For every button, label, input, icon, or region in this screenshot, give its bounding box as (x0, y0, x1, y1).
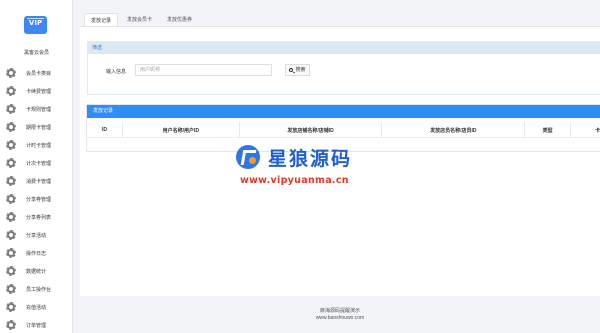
logo-text: VIP (28, 19, 43, 27)
gear-icon (6, 194, 16, 204)
gear-icon (6, 176, 16, 186)
gear-icon (6, 86, 16, 96)
search-button[interactable]: 搜索 (285, 64, 310, 76)
sidebar-item-label: 订单管理 (26, 323, 47, 329)
gear-icon (6, 122, 16, 132)
app-root: VIP 黑客云会员 会员卡类目 卡续费管理 卡规则管理 期限卡管理 计时卡管理 … (0, 0, 600, 333)
sidebar-item-label: 操作日志 (26, 251, 47, 257)
column-header-staff: 发放店员名称/店员ID (382, 122, 526, 138)
sidebar-item-time-card[interactable]: 计时卡管理 (0, 136, 72, 154)
search-icon (289, 68, 294, 72)
footer-line-1: 麻海源码提醒演示 (319, 308, 360, 314)
gear-icon (6, 158, 16, 168)
sidebar-item-card-category[interactable]: 会员卡类目 (0, 64, 72, 82)
sidebar-item-staff-console[interactable]: 员工操作台 (0, 280, 72, 298)
column-header-id: ID (87, 122, 123, 138)
sidebar-item-label: 期限卡管理 (26, 125, 52, 131)
sidebar-item-label: 会员卡类目 (26, 71, 52, 77)
tab-bar: 发放记录 发放会员卡 发放优惠券 (84, 13, 201, 27)
sidebar-item-renewal[interactable]: 卡续费管理 (0, 82, 72, 100)
gear-icon (6, 104, 16, 114)
table-header: ID 用户名称/用户ID 发放店铺名称/店铺ID 发放店员名称/店员ID 类型 … (87, 122, 600, 138)
sidebar-item-label: 卡规则管理 (26, 107, 52, 113)
tab-issue-coupon[interactable]: 发放优惠券 (161, 13, 198, 27)
gear-icon (6, 68, 16, 78)
sidebar-item-label: 分享活动 (26, 233, 47, 239)
sidebar-item-statistics[interactable]: 数据统计 (0, 262, 72, 280)
sidebar-item-recharge-activity[interactable]: 充值活动 (0, 298, 72, 316)
sidebar-item-label: 消费卡管理 (26, 179, 52, 185)
sidebar-item-label: 数据统计 (26, 269, 47, 275)
sidebar-item-share-coupon[interactable]: 分享券管理 (0, 190, 72, 208)
sidebar-item-term-card[interactable]: 期限卡管理 (0, 118, 72, 136)
gear-icon (6, 248, 16, 258)
search-button-label: 搜索 (295, 67, 306, 73)
sidebar: VIP 黑客云会员 会员卡类目 卡续费管理 卡规则管理 期限卡管理 计时卡管理 … (0, 0, 73, 333)
filter-input-label: 输入信息 (106, 69, 127, 75)
gear-icon (6, 284, 16, 294)
watermark-title: 星狼源码 (268, 148, 353, 170)
filter-title: 筛选 (88, 42, 600, 54)
sidebar-item-rules[interactable]: 卡规则管理 (0, 100, 72, 118)
vip-logo: VIP (24, 16, 47, 34)
watermark-url: www.vipyuanma.cn (240, 175, 349, 186)
watermark-logo-icon (236, 145, 260, 169)
column-header-card: 卡 (594, 127, 600, 134)
gear-icon (6, 302, 16, 312)
brand-name: 黑客云会员 (23, 50, 49, 56)
footer: 麻海源码提醒演示 www.banshouwo.com (80, 296, 600, 333)
sidebar-item-label: 充值活动 (26, 305, 47, 311)
sidebar-item-operation-log[interactable]: 操作日志 (0, 244, 72, 262)
gear-icon (6, 140, 16, 150)
sidebar-item-label: 分享券列表 (26, 215, 52, 221)
sidebar-item-label: 分享券管理 (26, 197, 52, 203)
footer-line-2: www.banshouwo.com (315, 315, 365, 321)
sidebar-item-consume-card[interactable]: 消费卡管理 (0, 172, 72, 190)
tab-issue-records[interactable]: 发放记录 (84, 13, 119, 27)
tab-issue-member-card[interactable]: 发放会员卡 (121, 13, 158, 27)
sidebar-item-share-activity[interactable]: 分享活动 (0, 226, 72, 244)
sidebar-item-label: 员工操作台 (26, 287, 52, 293)
gear-icon (6, 266, 16, 276)
sidebar-item-label: 计次卡管理 (26, 161, 52, 167)
gear-icon (6, 230, 16, 240)
sidebar-item-orders[interactable]: 订单管理 (0, 316, 72, 333)
records-title: 发放记录 (87, 105, 600, 118)
filter-panel: 筛选 输入信息 用户昵称 搜索 (87, 41, 600, 95)
sidebar-item-label: 计时卡管理 (26, 143, 52, 149)
sidebar-item-label: 卡续费管理 (26, 89, 52, 95)
column-header-user: 用户名称/用户ID (123, 122, 240, 138)
search-input[interactable]: 用户昵称 (135, 64, 272, 76)
watermark: 星狼源码 www.vipyuanma.cn (236, 142, 376, 190)
column-header-store: 发放店铺名称/店铺ID (240, 122, 383, 138)
gear-icon (6, 212, 16, 222)
sidebar-item-share-coupon-list[interactable]: 分享券列表 (0, 208, 72, 226)
sidebar-item-count-card[interactable]: 计次卡管理 (0, 154, 72, 172)
gear-icon (6, 320, 16, 330)
column-header-type: 类型 (525, 122, 572, 138)
